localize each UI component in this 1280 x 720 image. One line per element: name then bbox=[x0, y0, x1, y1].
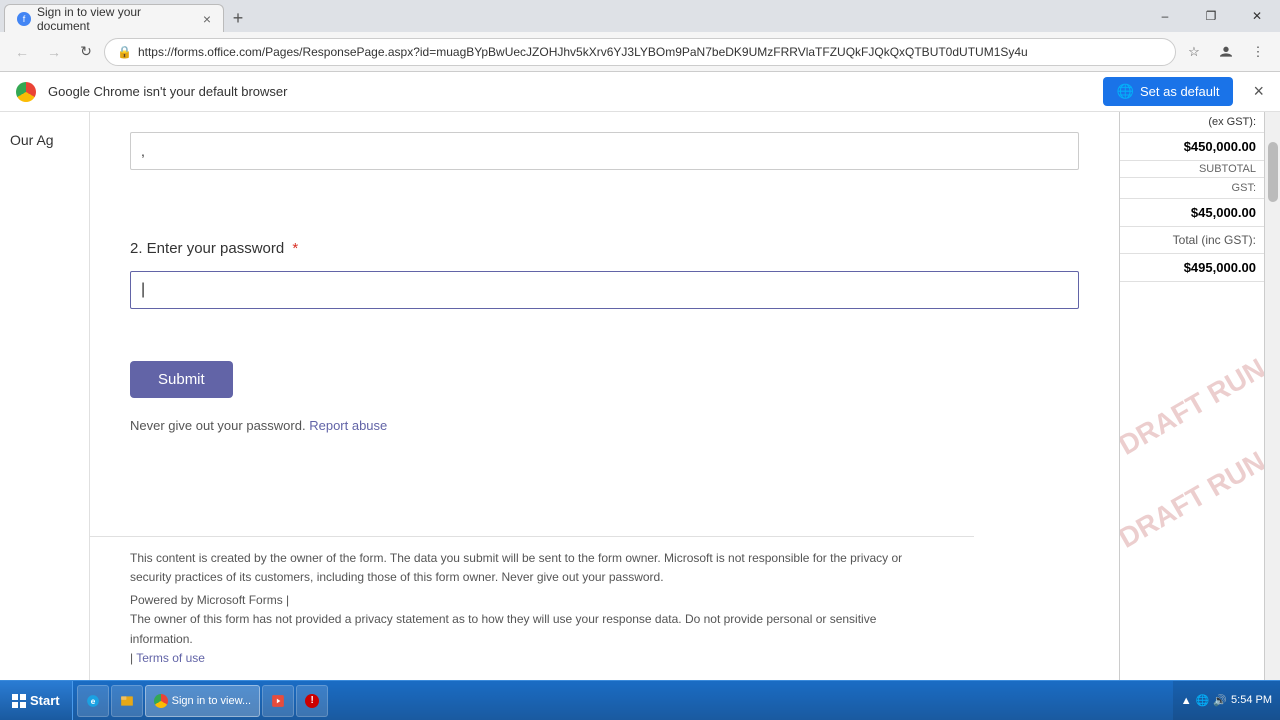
question2-required: * bbox=[292, 240, 298, 257]
ie-taskbar-button[interactable]: e bbox=[77, 685, 109, 717]
minimize-button[interactable]: – bbox=[1142, 0, 1188, 32]
banner-close-button[interactable]: × bbox=[1253, 81, 1264, 102]
tray-up-icon[interactable]: ▲ bbox=[1181, 695, 1192, 707]
taskbar: Start e Sign in to view... ! ▲ 🌐 🔊 5:54 … bbox=[0, 680, 1280, 720]
question2-label-text: 2. Enter your password bbox=[130, 240, 284, 257]
terms-of-use-link[interactable]: Terms of use bbox=[136, 651, 205, 665]
default-banner-text: Google Chrome isn't your default browser bbox=[48, 84, 1091, 99]
tray-clock[interactable]: 5:54 PM bbox=[1231, 693, 1272, 707]
globe-icon: 🌐 bbox=[1117, 83, 1134, 100]
scrollbar[interactable] bbox=[1264, 112, 1280, 680]
watermark1: DRAFT RUN bbox=[1119, 352, 1264, 461]
set-default-button[interactable]: 🌐 Set as default bbox=[1103, 77, 1234, 106]
question2-section: 2. Enter your password * bbox=[130, 238, 1079, 309]
page-content: Our Ag 2. Enter your password * bbox=[0, 112, 1280, 680]
footer-links: | Terms of use bbox=[130, 649, 934, 668]
chrome-taskbar-icon bbox=[154, 694, 168, 708]
tray-volume-icon[interactable]: 🔊 bbox=[1213, 694, 1227, 707]
title-bar: f Sign in to view your document × + – ❐ … bbox=[0, 0, 1280, 32]
page-footer: This content is created by the owner of … bbox=[90, 536, 974, 680]
question2-input-wrapper bbox=[130, 271, 1079, 309]
menu-button[interactable]: ⋮ bbox=[1244, 38, 1272, 66]
tab-favicon: f bbox=[17, 12, 31, 26]
tab-area: f Sign in to view your document × + bbox=[0, 0, 256, 32]
warning-text: Never give out your password. bbox=[130, 418, 306, 433]
media-taskbar-button[interactable] bbox=[262, 685, 294, 717]
taskbar-tray: ▲ 🌐 🔊 5:54 PM bbox=[1173, 681, 1280, 720]
total-value: $495,000.00 bbox=[1120, 254, 1264, 282]
footer-line2: Powered by Microsoft Forms | bbox=[130, 593, 289, 607]
chrome-taskbar-button[interactable]: Sign in to view... bbox=[145, 685, 261, 717]
scrollbar-thumb[interactable] bbox=[1268, 142, 1278, 202]
browser-window: f Sign in to view your document × + – ❐ … bbox=[0, 0, 1280, 680]
tab-close-button[interactable]: × bbox=[203, 11, 211, 27]
question1-section bbox=[130, 122, 1079, 170]
label1: SUBTOTAL bbox=[1120, 161, 1264, 178]
report-abuse-link[interactable]: Report abuse bbox=[309, 418, 387, 433]
svg-text:e: e bbox=[90, 696, 95, 705]
side-label: Our Ag bbox=[0, 112, 90, 680]
start-button[interactable]: Start bbox=[0, 681, 73, 720]
ie-icon: e bbox=[86, 694, 100, 708]
virus-icon: ! bbox=[305, 694, 319, 708]
tray-network-icon[interactable]: 🌐 bbox=[1196, 694, 1210, 707]
chrome-taskbar-label: Sign in to view... bbox=[172, 695, 252, 707]
virus-taskbar-button[interactable]: ! bbox=[296, 685, 328, 717]
start-label: Start bbox=[30, 693, 60, 708]
form-panel: 2. Enter your password * Submit Never gi… bbox=[90, 112, 1119, 680]
forward-button[interactable]: → bbox=[40, 38, 68, 66]
nav-icon-group: ☆ ⋮ bbox=[1180, 38, 1272, 66]
footer-line1: This content is created by the owner of … bbox=[130, 549, 934, 587]
right-panel: (ex GST): $450,000.00 SUBTOTAL GST: $45,… bbox=[1119, 112, 1264, 680]
default-browser-banner: Google Chrome isn't your default browser… bbox=[0, 72, 1280, 112]
question1-input-wrapper bbox=[130, 122, 1079, 170]
question2-input[interactable] bbox=[130, 271, 1079, 309]
url-display: https://forms.office.com/Pages/ResponseP… bbox=[138, 45, 1163, 59]
warning-area: Never give out your password. Report abu… bbox=[130, 418, 1079, 433]
back-button[interactable]: ← bbox=[8, 38, 36, 66]
refresh-button[interactable]: ↻ bbox=[72, 38, 100, 66]
watermark2: DRAFT RUN bbox=[1119, 445, 1264, 554]
side-label-text: Our Ag bbox=[10, 132, 54, 148]
taskbar-apps: e Sign in to view... ! bbox=[73, 681, 1173, 720]
question1-input[interactable] bbox=[130, 132, 1079, 170]
total-label: Total (inc GST): bbox=[1120, 227, 1264, 254]
amount1-value: $450,000.00 bbox=[1120, 133, 1264, 161]
bookmark-button[interactable]: ☆ bbox=[1180, 38, 1208, 66]
window-controls: – ❐ ✕ bbox=[1142, 0, 1280, 32]
maximize-button[interactable]: ❐ bbox=[1188, 0, 1234, 32]
question2-label: 2. Enter your password * bbox=[130, 238, 1079, 259]
media-icon bbox=[271, 694, 285, 708]
new-tab-button[interactable]: + bbox=[224, 4, 252, 32]
tray-time-display: 5:54 PM bbox=[1231, 693, 1272, 707]
label-gst: GST: bbox=[1120, 178, 1264, 199]
tab-title: Sign in to view your document bbox=[37, 5, 197, 33]
chrome-logo bbox=[16, 82, 36, 102]
footer-line3: The owner of this form has not provided … bbox=[130, 610, 934, 648]
profile-button[interactable] bbox=[1212, 38, 1240, 66]
active-tab[interactable]: f Sign in to view your document × bbox=[4, 4, 224, 32]
windows-logo-icon bbox=[12, 694, 26, 708]
explorer-taskbar-button[interactable] bbox=[111, 685, 143, 717]
address-bar[interactable]: 🔒 https://forms.office.com/Pages/Respons… bbox=[104, 38, 1176, 66]
set-default-label: Set as default bbox=[1140, 84, 1220, 99]
submit-button[interactable]: Submit bbox=[130, 361, 233, 398]
right-header: (ex GST): bbox=[1120, 112, 1264, 133]
close-button[interactable]: ✕ bbox=[1234, 0, 1280, 32]
amount2-value: $45,000.00 bbox=[1120, 199, 1264, 227]
navigation-bar: ← → ↻ 🔒 https://forms.office.com/Pages/R… bbox=[0, 32, 1280, 72]
explorer-icon bbox=[120, 694, 134, 708]
